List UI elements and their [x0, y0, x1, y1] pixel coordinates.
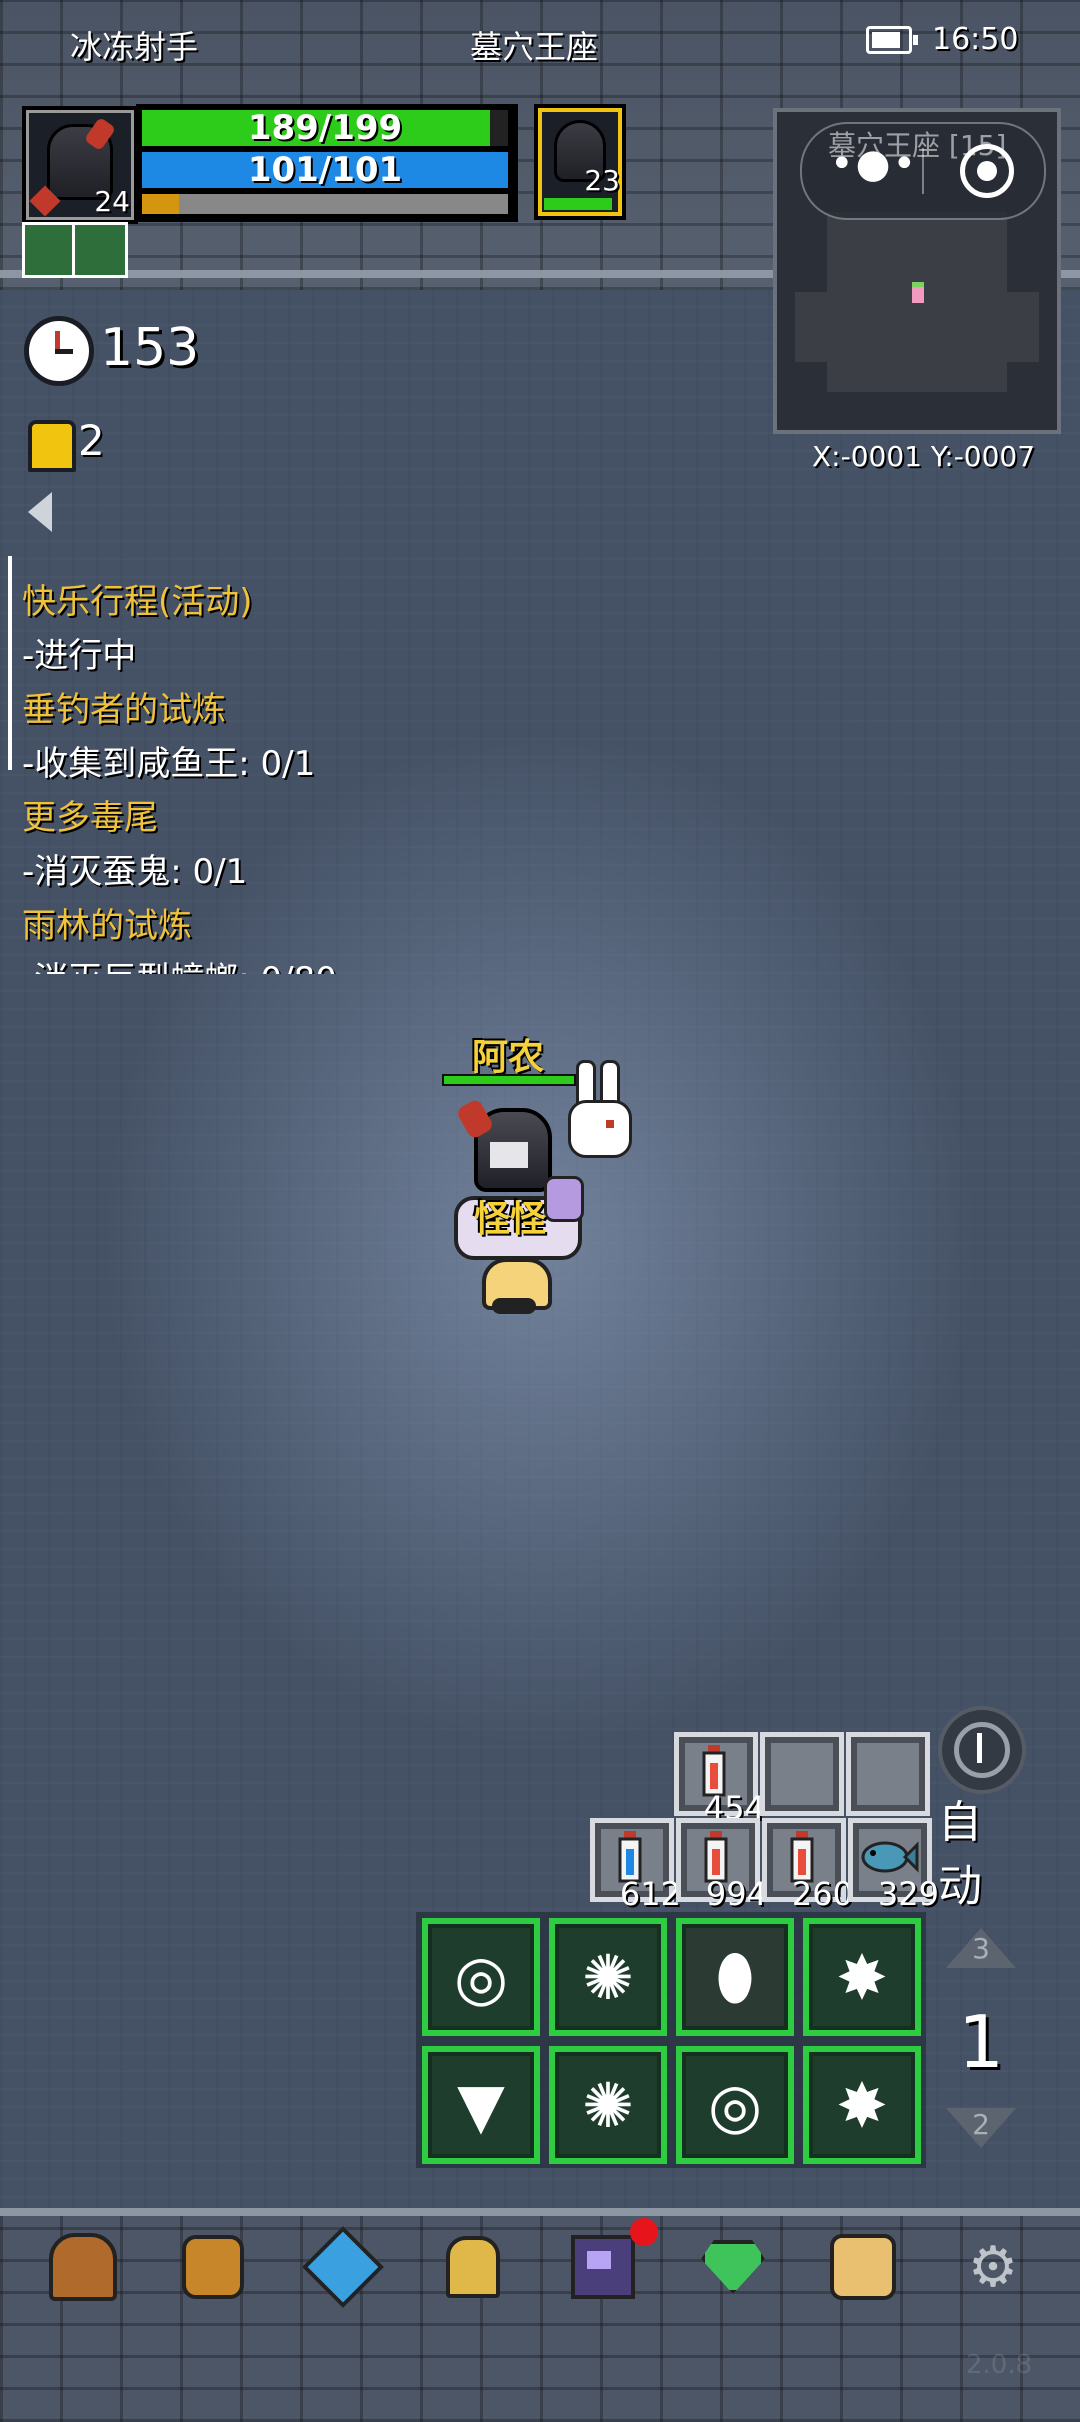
- item-count: 260: [791, 1875, 853, 1913]
- sword-buff-icon[interactable]: [72, 222, 128, 278]
- burst-skill-icon: ✸: [836, 2068, 888, 2142]
- alarm-clock-icon: [24, 316, 94, 386]
- quickbar-slot[interactable]: [760, 1732, 844, 1816]
- player-level: 24: [94, 185, 130, 218]
- rabbit-pet[interactable]: [568, 1060, 632, 1158]
- vortex-skill-icon: ◎: [707, 2068, 763, 2142]
- page-up-button[interactable]: 3: [946, 1928, 1016, 1968]
- minimap-title: 墓穴王座 [15]: [828, 129, 1007, 162]
- fish-icon: [861, 1841, 919, 1873]
- status-bars: 189/199 101/101: [136, 104, 518, 222]
- item-count: 994: [705, 1875, 767, 1913]
- exp-bar: [142, 194, 508, 214]
- companion-portrait[interactable]: 23: [534, 104, 626, 220]
- minimap-room: [795, 292, 827, 362]
- skill-slot[interactable]: ⬮: [676, 1918, 794, 2036]
- item-count: 612: [619, 1875, 681, 1913]
- frost-skill-icon: ✺: [582, 1940, 634, 2014]
- ally-hp-bar: [442, 1074, 576, 1086]
- quest-panel-indicator: [8, 556, 12, 770]
- quest-title[interactable]: 更多毒尾: [22, 790, 158, 839]
- hp-text: 189/199: [247, 108, 403, 148]
- player-portrait[interactable]: 24: [22, 106, 138, 224]
- refresh-icon: [954, 1722, 1010, 1778]
- blonde-companion[interactable]: [478, 1258, 552, 1318]
- battery-icon: [866, 26, 918, 54]
- skill-slot[interactable]: ◎: [676, 2046, 794, 2164]
- bag-icon[interactable]: [176, 2230, 250, 2304]
- clock-time: 16:50: [932, 22, 1019, 57]
- skill-slot[interactable]: ▼: [422, 2046, 540, 2164]
- coordinates: X:-0001 Y:-0007: [812, 440, 1036, 473]
- quest-detail: -进行中: [22, 636, 137, 676]
- vortex-skill-icon: ◎: [453, 1940, 509, 2014]
- version-label: 2.0.8: [966, 2350, 1033, 2380]
- quest-title[interactable]: 雨林的试炼: [22, 898, 192, 947]
- page-down-label: 2: [972, 2108, 990, 2141]
- skill-slot[interactable]: ✸: [803, 1918, 921, 2036]
- player-name: 怪怪: [474, 1199, 547, 1240]
- mp-bar: 101/101: [142, 152, 508, 188]
- tornado-skill-icon: ▼: [457, 2068, 505, 2142]
- auto-label: 自动: [938, 1797, 982, 1912]
- map-name: 墓穴王座: [470, 28, 599, 66]
- quest-detail: -收集到咸鱼王: 0/1: [22, 744, 316, 784]
- companion-level: 23: [584, 164, 620, 197]
- quickbar-slot[interactable]: 612: [590, 1818, 681, 1913]
- quest-clip: -消灭巨型蟑螂: 0/80: [0, 952, 340, 974]
- book-icon[interactable]: [566, 2230, 640, 2304]
- page-current: 1: [958, 2000, 1004, 2084]
- quest-title[interactable]: 快乐行程(活动): [22, 574, 253, 623]
- mp-text: 101/101: [247, 150, 403, 190]
- ally-name: 阿农: [472, 1037, 545, 1078]
- quest-title[interactable]: 垂钓者的试炼: [22, 682, 226, 731]
- gem-icon[interactable]: [301, 2225, 385, 2309]
- quest-detail: -消灭蚕鬼: 0/1: [22, 852, 248, 892]
- skill-slot[interactable]: ◎: [422, 1918, 540, 2036]
- frost-skill-icon: ✺: [582, 2068, 634, 2142]
- burst-skill-icon: ✸: [836, 1940, 888, 2014]
- swap-button[interactable]: [938, 1706, 1026, 1794]
- shield-skill-icon: ⬮: [715, 1940, 755, 2013]
- quickbar-slot[interactable]: 994: [676, 1818, 767, 1913]
- key-icon[interactable]: [436, 2230, 510, 2304]
- quickbar-slot[interactable]: 260: [762, 1818, 853, 1913]
- skill-slot[interactable]: ✸: [803, 2046, 921, 2164]
- quest-detail: -消灭巨型蟑螂: 0/80: [22, 952, 337, 974]
- emerald-icon[interactable]: [696, 2230, 770, 2304]
- shield-buff-icon[interactable]: [22, 222, 78, 278]
- skill-slot[interactable]: ✺: [549, 1918, 667, 2036]
- item-count: 329: [877, 1875, 939, 1913]
- gear-icon[interactable]: ⚙: [956, 2230, 1030, 2304]
- helmet-icon[interactable]: [46, 2230, 120, 2304]
- companion-hp-bar: [544, 198, 612, 210]
- page-up-label: 3: [972, 1932, 990, 1965]
- player-marker-icon: [912, 282, 924, 303]
- face-icon[interactable]: [826, 2230, 900, 2304]
- quickbar-slot[interactable]: 454: [674, 1732, 765, 1827]
- class-name: 冰冻射手: [70, 28, 199, 66]
- minimap-room: [1007, 292, 1039, 362]
- timer-value: 153: [100, 318, 200, 378]
- page-down-button[interactable]: 2: [946, 2108, 1016, 2148]
- collapse-arrow-icon[interactable]: [28, 492, 52, 532]
- bottom-dock: [0, 2208, 1080, 2422]
- hp-bar: 189/199: [142, 110, 508, 146]
- notification-dot: [630, 2218, 658, 2246]
- quickbar-slot[interactable]: [846, 1732, 930, 1816]
- auto-button[interactable]: 自动: [938, 1797, 1022, 1912]
- quickbar-slot[interactable]: 329: [848, 1818, 939, 1913]
- skill-slot[interactable]: ✺: [549, 2046, 667, 2164]
- exp-fill: [142, 194, 179, 214]
- keys-value: 2: [78, 416, 105, 465]
- key-icon: [28, 420, 76, 472]
